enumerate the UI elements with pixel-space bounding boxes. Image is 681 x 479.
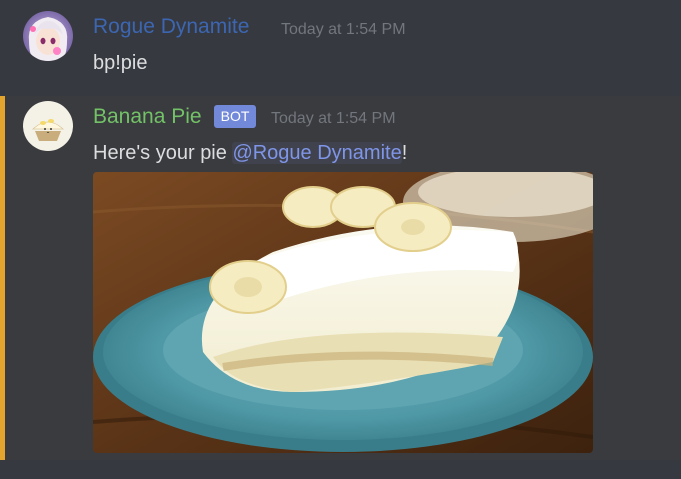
message-text: Here's your pie @Rogue Dynamite! [93,141,407,165]
bot-avatar[interactable] [23,101,73,151]
chat-messages: Rogue Dynamite Today at 1:54 PM bp!pie B… [0,0,681,479]
message-author[interactable]: Rogue Dynamite [93,14,249,40]
message-rogue-dynamite: Rogue Dynamite Today at 1:54 PM bp!pie [0,0,681,94]
message-text: bp!pie [93,52,148,74]
mention-highlight-bar [0,96,5,460]
message-timestamp: Today at 1:54 PM [271,110,396,127]
bot-badge: BOT [214,105,256,128]
user-avatar[interactable] [23,11,73,61]
bot-author[interactable]: Banana Pie [93,104,202,130]
message-timestamp: Today at 1:54 PM [281,21,406,38]
message-text-after: ! [401,142,408,164]
message-text-before: Here's your pie [93,142,233,164]
banana-pie-logo-icon [23,101,73,151]
pie-image[interactable] [93,172,593,453]
user-mention[interactable]: @Rogue Dynamite [232,142,402,164]
anime-avatar-icon [23,11,73,61]
message-banana-pie: Banana Pie BOT Today at 1:54 PM Here's y… [0,96,681,460]
banana-cream-pie-photo [93,172,593,453]
